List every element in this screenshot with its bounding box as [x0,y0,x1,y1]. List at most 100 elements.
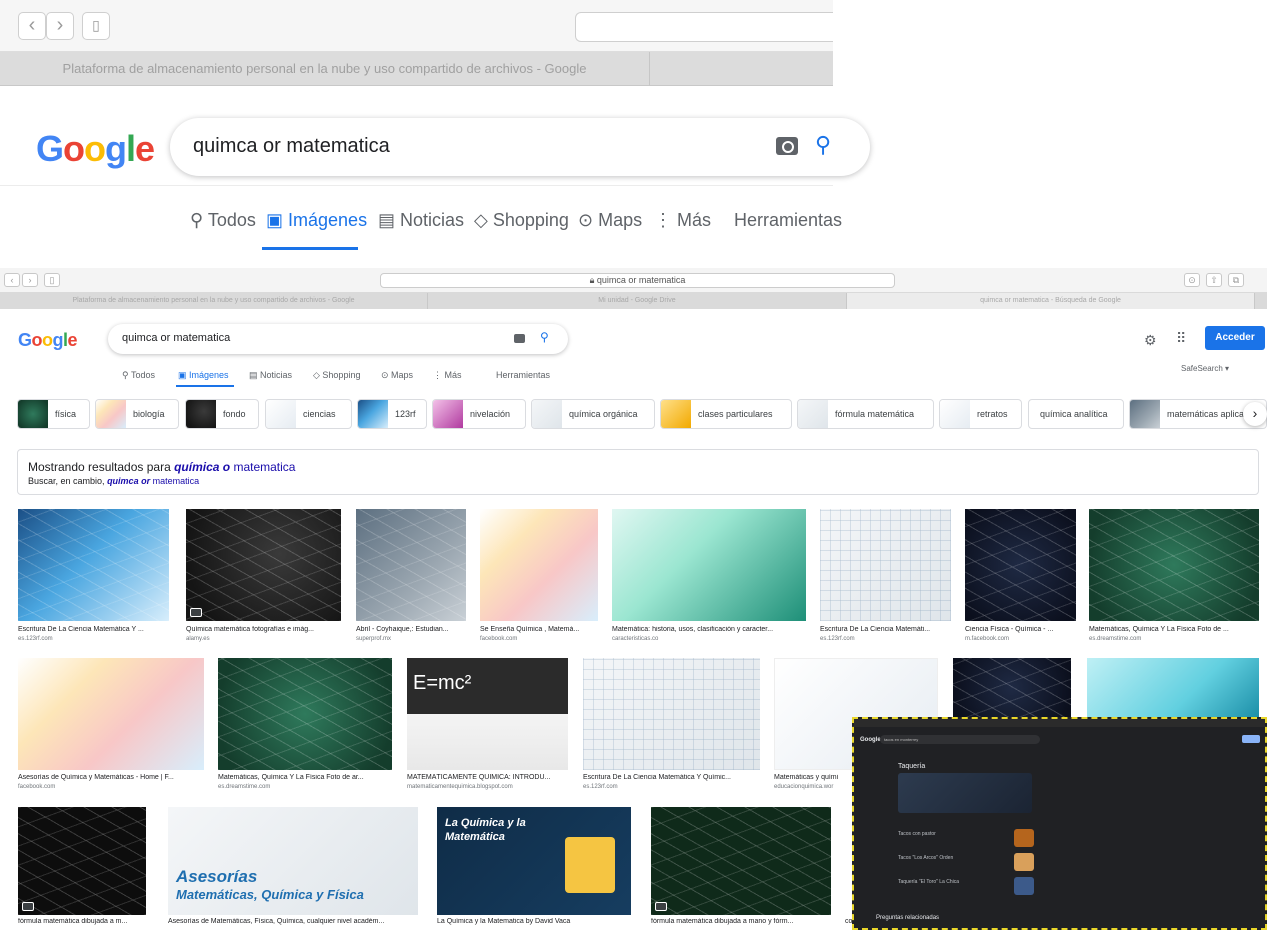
tab-imagenes[interactable]: ▣ Imágenes [178,370,229,381]
tab-mas[interactable]: ⋮ Más [654,210,711,231]
downloads-icon[interactable]: ⊙ [1184,273,1200,287]
safesearch-toggle[interactable]: SafeSearch ▾ [1181,364,1229,373]
apps-grid-icon[interactable]: ⠿ [1176,330,1186,347]
chip-formula-matematica[interactable]: fórmula matemática [797,399,934,429]
result-thumbnail[interactable] [612,509,806,621]
tab-search[interactable]: quimca or matematica - Búsqueda de Googl… [847,293,1255,309]
result-caption[interactable]: Escritura De La Ciencia Matemática Y ... [18,626,169,633]
result-caption[interactable]: Matemáticas y quími [774,774,854,781]
address-bar[interactable] [575,12,833,42]
google-logo[interactable]: Google [36,128,155,170]
share-icon[interactable]: ⇧ [1206,273,1222,287]
result-thumbnail[interactable] [18,509,169,621]
original-term-rest[interactable]: matematica [153,476,200,486]
result-thumbnail[interactable] [965,509,1076,621]
result-thumbnail[interactable] [1089,509,1259,621]
result-caption[interactable]: Matemáticas, Química Y La Física Foto de… [1089,626,1259,633]
search-input[interactable]: quimca or matematica [193,135,390,158]
screenshot-thumbnail-overlay[interactable]: Google tacos en monterrey Taquería Tacos… [852,717,1267,930]
chip-fisica[interactable]: física [17,399,90,429]
camera-icon[interactable] [776,137,798,155]
tab-drive[interactable]: Plataforma de almacenamiento personal en… [0,52,650,86]
address-bar[interactable]: 🔒︎ quimca or matematica [380,273,895,288]
chip-123rf[interactable]: 123rf [357,399,427,429]
tab-drive[interactable]: Mi unidad - Google Drive [428,293,847,309]
overlay-search-box: tacos en monterrey [880,735,1040,744]
google-logo[interactable]: Google [18,330,78,351]
result-caption[interactable]: La Química y la Matematica by David Vaca [437,918,631,925]
original-term-link[interactable]: quimca or [107,476,150,486]
forward-button[interactable]: › [22,273,38,287]
result-thumbnail[interactable]: Asesorías Matemáticas, Química y Física [168,807,418,915]
chip-biologia[interactable]: biología [95,399,179,429]
result-thumbnail[interactable]: E=mc² [407,658,568,770]
tab-noticias[interactable]: ▤ Noticias [378,210,464,231]
result-caption[interactable]: Química matemática fotografías e imág... [186,626,341,633]
result-thumbnail[interactable]: La Química y la Matemática [437,807,631,915]
search-input[interactable]: quimca or matematica [122,332,230,344]
sidebar-icon[interactable]: ▯ [82,12,110,40]
result-thumbnail[interactable] [651,807,831,915]
chip-clases-particulares[interactable]: clases particulares [660,399,792,429]
result-caption[interactable]: Abril - Coyhaique,: Estudian... [356,626,466,633]
tab-imagenes[interactable]: ▣ Imágenes [266,210,367,231]
chip-thumbnail [532,400,562,428]
chevron-right-icon[interactable]: › [1243,402,1267,426]
result-caption[interactable]: Se Enseña Química , Matemá... [480,626,598,633]
tabs-icon[interactable]: ⧉ [1228,273,1244,287]
result-caption[interactable]: MATEMÁTICAMENTE QUÍMICA: INTRODU... [407,774,568,781]
result-caption[interactable]: Matemáticas, Química Y La Física Foto de… [218,774,392,781]
gear-icon[interactable]: ⚙ [1144,332,1157,349]
result-thumbnail[interactable] [953,658,1071,718]
result-thumbnail[interactable] [480,509,598,621]
forward-button[interactable]: › [46,12,74,40]
result-thumbnail[interactable] [218,658,392,770]
result-caption[interactable]: Ciencia Física - Química - ... [965,626,1076,633]
result-caption[interactable]: Escritura De La Ciencia Matemática Y Quí… [583,774,760,781]
result-thumbnail[interactable] [820,509,951,621]
back-button[interactable]: ‹ [4,273,20,287]
result-thumbnail[interactable] [583,658,760,770]
tab-drive-storage[interactable]: Plataforma de almacenamiento personal en… [0,293,428,309]
camera-icon[interactable] [514,334,525,343]
result-thumbnail[interactable] [356,509,466,621]
tab-maps[interactable]: ⊙ Maps [578,210,642,231]
search-icon[interactable]: ⚲ [540,330,549,344]
tab-todos[interactable]: ⚲ Todos [190,210,256,231]
result-caption[interactable]: fórmula matemática dibujada a mano y fór… [651,918,831,925]
browser-toolbar: ‹ › ▯ [0,0,833,52]
result-thumbnail[interactable] [1087,658,1259,718]
chip-nivelacion[interactable]: nivelación [432,399,526,429]
result-thumbnail[interactable] [186,509,341,621]
result-thumbnail[interactable] [18,807,146,915]
chip-fondo[interactable]: fondo [185,399,259,429]
corrected-term-link[interactable]: química o [174,460,230,474]
search-box[interactable]: quimca or matematica ⚲ [108,324,568,354]
tab-maps[interactable]: ⊙ Maps [381,370,413,381]
tab-shopping[interactable]: ◇ Shopping [313,370,360,381]
texture [820,509,951,621]
tab-mas[interactable]: ⋮ Más [433,370,462,381]
back-button[interactable]: ‹ [18,12,46,40]
result-caption[interactable]: Matemática: historia, usos, clasificació… [612,626,806,633]
search-icon[interactable]: ⚲ [815,132,831,158]
tab-shopping[interactable]: ◇ Shopping [474,210,569,231]
corrected-term-rest[interactable]: matematica [233,460,295,474]
result-source: es.123rf.com [18,636,53,642]
tab-todos[interactable]: ⚲ Todos [122,370,155,381]
search-box[interactable]: quimca or matematica ⚲ [170,118,870,176]
tab-herramientas[interactable]: Herramientas [496,370,550,380]
result-caption[interactable]: Asesorías de Química y Matemáticas - Hom… [18,774,204,781]
sidebar-icon[interactable]: ▯ [44,273,60,287]
tab-noticias[interactable]: ▤ Noticias [249,370,292,381]
chip-quimica-organica[interactable]: química orgánica [531,399,655,429]
chip-quimica-analitica[interactable]: química analítica [1028,399,1124,429]
chip-retratos[interactable]: retratos [939,399,1022,429]
chip-ciencias[interactable]: ciencias [265,399,352,429]
sign-in-button[interactable]: Acceder [1205,326,1265,350]
tab-herramientas[interactable]: Herramientas [734,210,842,231]
result-caption[interactable]: Escritura De La Ciencia Matemáti... [820,626,951,633]
result-thumbnail[interactable] [18,658,204,770]
result-caption[interactable]: fórmula matemática dibujada a m... [18,918,146,925]
result-caption[interactable]: Asesorías de Matemáticas, Física, Químic… [168,918,418,925]
